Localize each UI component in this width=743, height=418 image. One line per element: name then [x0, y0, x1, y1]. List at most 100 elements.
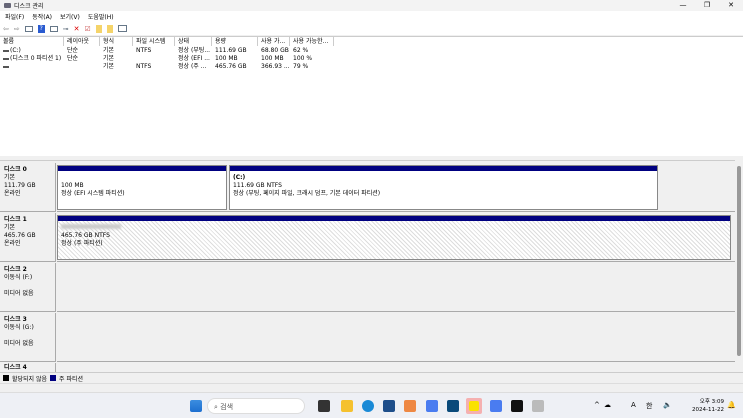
search-icon[interactable] — [106, 24, 113, 33]
table-cell: 111.69 GB — [215, 47, 247, 54]
partition-status: 정상 (부팅, 페이지 파일, 크래시 덤프, 기본 데이터 파티션) — [233, 190, 381, 197]
disk-name: 디스크 4 — [4, 364, 27, 371]
table-cell: 정상 (주 ... — [178, 63, 207, 70]
table-cell: 465.76 GB — [215, 63, 247, 70]
menu-action[interactable]: 동작(A) — [32, 12, 52, 21]
disk-name: 디스크 3 — [4, 316, 27, 323]
menu-file[interactable]: 파일(F) — [5, 12, 24, 21]
menu-bar: 파일(F) 동작(A) 보기(V) 도움말(H) — [0, 11, 743, 22]
vertical-scrollbar[interactable] — [735, 160, 743, 372]
scroll-thumb[interactable] — [737, 166, 741, 356]
network-volume-icon[interactable]: 🔈 — [663, 401, 672, 409]
onedrive-icon[interactable]: ☁ — [604, 401, 611, 409]
disk-1-partitions: 465.76 GB NTFS 정상 (주 파티션) — [57, 213, 735, 262]
volume-list: 볼륨 레이아웃 형식 파일 시스템 상태 용량 사용 가... 사용 가능한..… — [0, 36, 743, 156]
close-button[interactable]: ✕ — [719, 0, 743, 11]
partition-size: 111.69 GB NTFS — [233, 182, 282, 189]
table-cell: 62 % — [293, 47, 309, 54]
clock[interactable]: 오후 3:09 2024-11-22 — [688, 398, 724, 414]
ime-indicator[interactable]: 한 — [646, 401, 652, 411]
date: 2024-11-22 — [692, 407, 724, 413]
table-cell: 단순 — [67, 47, 79, 54]
disk-3-label[interactable]: 디스크 3 이동식 (G:) 미디어 없음 — [0, 313, 56, 362]
table-cell — [133, 55, 136, 63]
table-cell: 단순 — [67, 55, 79, 62]
file-explorer-icon[interactable] — [341, 400, 353, 412]
edge-icon[interactable] — [362, 400, 374, 412]
disk-management-taskbar-icon[interactable] — [532, 400, 544, 412]
table-cell: 100 MB — [261, 55, 284, 62]
partition-c[interactable]: (C:) 111.69 GB NTFS 정상 (부팅, 페이지 파일, 크래시 덤프… — [229, 165, 658, 210]
partition-label: (C:) — [233, 174, 246, 181]
taskbar: ⌕ 검색 ^ ☁ A 한 🔈 오후 3:09 2024-11-22 🔔 — [0, 392, 743, 418]
disk-1-label[interactable]: 디스크 1 기본 465.76 GB 온라인 — [0, 213, 56, 262]
disk-0-partitions: 100 MB 정상 (EFI 시스템 파티션) (C:) 111.69 GB NTF… — [57, 163, 735, 212]
disk-type: 이동식 (F:) — [4, 274, 33, 281]
search-box[interactable]: ⌕ 검색 — [207, 398, 305, 414]
console-icon[interactable] — [24, 25, 33, 32]
help-icon[interactable]: ? — [37, 24, 45, 33]
table-cell: NTFS — [136, 47, 152, 54]
kakaotalk-icon[interactable] — [466, 398, 482, 414]
volume-icon — [3, 58, 9, 60]
col-layout[interactable]: 레이아웃 — [64, 37, 100, 46]
tray-chevron-icon[interactable]: ^ — [594, 401, 600, 409]
connect-icon[interactable]: ⊸ — [63, 25, 69, 33]
volume-icon — [3, 66, 9, 68]
app-icon[interactable] — [404, 400, 416, 412]
app-icon-4[interactable] — [490, 400, 502, 412]
notification-bell-icon[interactable]: 🔔 — [727, 401, 736, 409]
menu-view[interactable]: 보기(V) — [60, 12, 80, 21]
volume-icon — [3, 50, 9, 52]
partition-status: 정상 (주 파티션) — [61, 240, 103, 247]
blurred-label — [61, 224, 121, 229]
table-cell: 정상 (EFI ... — [178, 55, 210, 62]
col-percent-free[interactable]: 사용 가능한... — [290, 37, 334, 46]
disk-status: 미디어 없음 — [4, 340, 34, 347]
col-volume[interactable]: 볼륨 — [0, 37, 64, 46]
maximize-button[interactable]: ❐ — [695, 0, 719, 11]
terminal-icon[interactable] — [511, 400, 523, 412]
start-icon[interactable] — [190, 400, 202, 412]
partition-efi[interactable]: 100 MB 정상 (EFI 시스템 파티션) — [57, 165, 227, 210]
disk-status: 온라인 — [4, 190, 21, 197]
forward-icon[interactable]: ⇨ — [14, 25, 20, 33]
volume-row-name[interactable]: (디스크 0 파티션 1) — [0, 55, 61, 63]
col-status[interactable]: 상태 — [175, 37, 212, 46]
legend: 할당되지 않음 주 파티션 — [0, 372, 743, 383]
col-free[interactable]: 사용 가... — [258, 37, 290, 46]
disk-0-label[interactable]: 디스크 0 기본 111.79 GB 온라인 — [0, 163, 56, 212]
title-bar: 디스크 관리 — ❐ ✕ — [0, 0, 743, 11]
partition-disk1[interactable]: 465.76 GB NTFS 정상 (주 파티션) — [57, 215, 731, 260]
col-filesystem[interactable]: 파일 시스템 — [133, 37, 175, 46]
partition-status: 정상 (EFI 시스템 파티션) — [61, 190, 125, 197]
partition-size: 465.76 GB NTFS — [61, 232, 110, 239]
app-icon-3[interactable] — [447, 400, 459, 412]
partition-size: 100 MB — [61, 182, 84, 189]
disk-name: 디스크 1 — [4, 216, 27, 223]
properties-icon[interactable] — [49, 25, 58, 32]
disk-2-label[interactable]: 디스크 2 이동식 (F:) 미디어 없음 — [0, 263, 56, 312]
disk-size: 111.79 GB — [4, 182, 36, 189]
disk-map: 디스크 0 기본 111.79 GB 온라인 100 MB 정상 (EFI 시스템 파티… — [0, 160, 735, 372]
import-icon[interactable] — [95, 24, 102, 33]
delete-icon[interactable]: ✕ — [74, 25, 80, 33]
minimize-button[interactable]: — — [671, 0, 695, 11]
app-icon-2[interactable] — [426, 400, 438, 412]
window-icon[interactable] — [117, 25, 127, 32]
menu-help[interactable]: 도움말(H) — [88, 12, 114, 21]
table-cell: 366.93 ... — [261, 63, 290, 70]
table-cell: NTFS — [136, 63, 152, 70]
legend-unallocated: 할당되지 않음 — [12, 375, 48, 383]
col-capacity[interactable]: 용량 — [212, 37, 258, 46]
disk-type: 이동식 (G:) — [4, 324, 34, 331]
table-cell: 기본 — [103, 55, 115, 62]
language-indicator[interactable]: A — [631, 401, 636, 409]
check-icon[interactable]: ☑ — [85, 25, 91, 33]
table-cell: 기본 — [103, 47, 115, 54]
task-view-icon[interactable] — [318, 400, 330, 412]
col-type[interactable]: 형식 — [100, 37, 133, 46]
store-icon[interactable] — [383, 400, 395, 412]
back-icon[interactable]: ⇦ — [3, 25, 9, 33]
disk-4-label[interactable]: 디스크 4 — [0, 363, 56, 372]
